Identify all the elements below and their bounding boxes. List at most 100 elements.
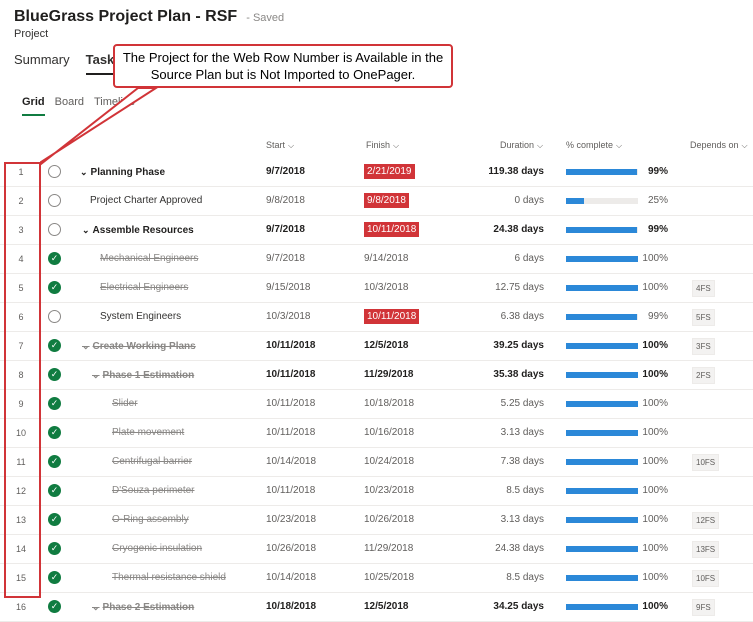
table-row[interactable]: 1 ⌄ Planning Phase 9/7/2018 2/21/2019 119.38 … <box>0 158 753 187</box>
dependency-badge[interactable]: 12FS <box>692 512 720 529</box>
finish-date[interactable]: 9/14/2018 <box>364 245 409 273</box>
task-name[interactable]: Mechanical Engineers <box>100 245 198 273</box>
task-name[interactable]: Thermal resistance shield <box>112 564 226 592</box>
percent-complete[interactable]: 100% <box>642 245 668 273</box>
start-date[interactable]: 10/23/2018 <box>266 506 316 534</box>
finish-date-late[interactable]: 10/11/2018 <box>364 309 420 324</box>
completed-check-icon[interactable]: ✓ <box>48 368 61 381</box>
duration[interactable]: 5.25 days <box>440 390 544 418</box>
percent-complete[interactable]: 100% <box>642 448 668 476</box>
task-name[interactable]: ⌄ Phase 2 Estimation <box>92 593 194 622</box>
percent-complete[interactable]: 100% <box>642 419 668 447</box>
table-row[interactable]: 9 ✓ Slider 10/11/2018 10/18/2018 5.25 days 100… <box>0 390 753 419</box>
table-row[interactable]: 6 System Engineers 10/3/2018 10/11/2018 6.38… <box>0 303 753 332</box>
table-row[interactable]: 13 ✓ O-Ring assembly 10/23/2018 10/26/2018 3.… <box>0 506 753 535</box>
dependency-badge[interactable]: 2FS <box>692 367 715 384</box>
table-row[interactable]: 8 ✓ ⌄ Phase 1 Estimation 10/11/2018 11/29/201… <box>0 361 753 390</box>
dependency-badge[interactable]: 13FS <box>692 541 720 558</box>
duration[interactable]: 39.25 days <box>440 332 544 360</box>
task-name[interactable]: Electrical Engineers <box>100 274 188 302</box>
completed-check-icon[interactable]: ✓ <box>48 571 61 584</box>
start-date[interactable]: 10/11/2018 <box>266 361 316 389</box>
column-header-start[interactable]: Start ⌵ <box>266 140 294 151</box>
task-name[interactable]: ⌄ Assemble Resources <box>82 216 194 245</box>
duration[interactable]: 7.38 days <box>440 448 544 476</box>
percent-complete[interactable]: 100% <box>642 332 668 360</box>
dependency-badge[interactable]: 3FS <box>692 338 715 355</box>
percent-complete[interactable]: 99% <box>642 158 668 186</box>
finish-date[interactable]: 12/5/2018 <box>364 593 409 621</box>
completed-check-icon[interactable]: ✓ <box>48 339 61 352</box>
table-row[interactable]: 12 ✓ D'Souza perimeter 10/11/2018 10/23/2018… <box>0 477 753 506</box>
duration[interactable]: 12.75 days <box>440 274 544 302</box>
table-row[interactable]: 7 ✓ ⌄ Create Working Plans 10/11/2018 12/5/20… <box>0 332 753 361</box>
start-date[interactable]: 9/7/2018 <box>266 158 305 186</box>
completed-check-icon[interactable]: ✓ <box>48 542 61 555</box>
start-date[interactable]: 10/11/2018 <box>266 390 315 418</box>
start-date[interactable]: 10/11/2018 <box>266 419 315 447</box>
completed-check-icon[interactable]: ✓ <box>48 426 61 439</box>
finish-date[interactable]: 11/29/2018 <box>364 535 413 563</box>
duration[interactable]: 6.38 days <box>440 303 544 331</box>
percent-complete[interactable]: 100% <box>642 274 668 302</box>
start-date[interactable]: 9/7/2018 <box>266 216 305 244</box>
tab-board[interactable]: Board <box>55 96 84 116</box>
task-name[interactable]: O-Ring assembly <box>112 506 189 534</box>
duration[interactable]: 24.38 days <box>440 535 544 563</box>
incomplete-circle-icon[interactable] <box>48 165 61 178</box>
task-name[interactable]: ⌄ Planning Phase <box>80 158 165 187</box>
start-date[interactable]: 10/14/2018 <box>266 448 316 476</box>
finish-date[interactable]: 10/16/2018 <box>364 419 414 447</box>
percent-complete[interactable]: 25% <box>642 187 668 215</box>
chevron-down-icon[interactable]: ⌄ <box>92 370 100 380</box>
percent-complete[interactable]: 99% <box>642 216 668 244</box>
percent-complete[interactable]: 100% <box>642 361 668 389</box>
dependency-badge[interactable]: 10FS <box>692 570 720 587</box>
duration[interactable]: 24.38 days <box>440 216 544 244</box>
start-date[interactable]: 9/8/2018 <box>266 187 305 215</box>
duration[interactable]: 8.5 days <box>440 564 544 592</box>
start-date[interactable]: 10/3/2018 <box>266 303 311 331</box>
duration[interactable]: 3.13 days <box>440 506 544 534</box>
chevron-down-icon[interactable]: ⌄ <box>80 167 88 177</box>
start-date[interactable]: 9/15/2018 <box>266 274 311 302</box>
finish-date[interactable]: 10/24/2018 <box>364 448 414 476</box>
percent-complete[interactable]: 100% <box>642 390 668 418</box>
dependency-badge[interactable]: 10FS <box>692 454 720 471</box>
duration[interactable]: 34.25 days <box>440 593 544 621</box>
finish-date[interactable]: 12/5/2018 <box>364 332 409 360</box>
start-date[interactable]: 10/14/2018 <box>266 564 316 592</box>
finish-date-late[interactable]: 9/8/2018 <box>364 193 409 208</box>
table-row[interactable]: 4 ✓ Mechanical Engineers 9/7/2018 9/14/2018 6… <box>0 245 753 274</box>
duration[interactable]: 8.5 days <box>440 477 544 505</box>
completed-check-icon[interactable]: ✓ <box>48 281 61 294</box>
column-header-percent-complete[interactable]: % complete ⌵ <box>566 140 622 151</box>
duration[interactable]: 35.38 days <box>440 361 544 389</box>
task-name[interactable]: Slider <box>112 390 138 418</box>
dependency-badge[interactable]: 4FS <box>692 280 715 297</box>
table-row[interactable]: 5 ✓ Electrical Engineers 9/15/2018 10/3/2018… <box>0 274 753 303</box>
table-row[interactable]: 14 ✓ Cryogenic insulation 10/26/2018 11/29/2… <box>0 535 753 564</box>
chevron-down-icon[interactable]: ⌄ <box>82 225 90 235</box>
duration[interactable]: 119.38 days <box>440 158 544 186</box>
finish-date-late[interactable]: 2/21/2019 <box>364 164 415 179</box>
finish-date-late[interactable]: 10/11/2018 <box>364 222 420 237</box>
incomplete-circle-icon[interactable] <box>48 194 61 207</box>
finish-date[interactable]: 10/18/2018 <box>364 390 414 418</box>
task-name[interactable]: Cryogenic insulation <box>112 535 202 563</box>
dependency-badge[interactable]: 5FS <box>692 309 715 326</box>
finish-date[interactable]: 11/29/2018 <box>364 361 414 389</box>
column-header-depends-on[interactable]: Depends on ⌵ <box>690 140 748 151</box>
completed-check-icon[interactable]: ✓ <box>48 397 61 410</box>
column-header-finish[interactable]: Finish ⌵ <box>366 140 399 151</box>
table-row[interactable]: 10 ✓ Plate movement 10/11/2018 10/16/2018 3.1… <box>0 419 753 448</box>
incomplete-circle-icon[interactable] <box>48 310 61 323</box>
start-date[interactable]: 10/26/2018 <box>266 535 316 563</box>
task-name[interactable]: Plate movement <box>112 419 184 447</box>
tab-timeline[interactable]: Timeline <box>94 96 135 116</box>
task-name[interactable]: Project Charter Approved <box>90 187 202 215</box>
percent-complete[interactable]: 100% <box>642 564 668 592</box>
percent-complete[interactable]: 100% <box>642 477 668 505</box>
chevron-down-icon[interactable]: ⌄ <box>82 341 90 351</box>
table-row[interactable]: 11 ✓ Centrifugal barrier 10/14/2018 10/24/20… <box>0 448 753 477</box>
